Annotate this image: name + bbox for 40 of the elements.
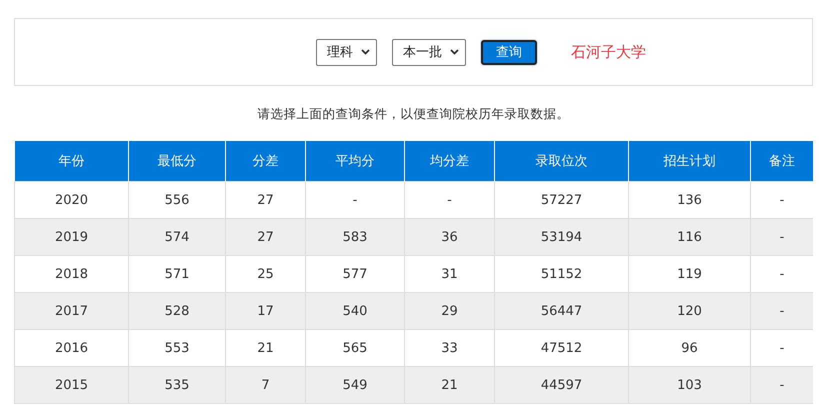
table-cell: 21 (404, 366, 494, 404)
column-header: 年份 (14, 141, 128, 182)
table-cell: 2017 (14, 292, 128, 330)
table-cell: 36 (404, 218, 494, 256)
table-cell: - (750, 366, 813, 404)
table-cell: 103 (628, 366, 750, 404)
table-cell: 44597 (494, 366, 628, 404)
table-cell: 540 (306, 292, 404, 330)
table-cell: 2015 (14, 366, 128, 404)
column-header: 均分差 (404, 141, 494, 182)
query-button[interactable]: 查询 (481, 40, 537, 64)
chevron-down-icon (361, 49, 370, 55)
column-header: 招生计划 (628, 141, 750, 182)
school-name: 石河子大学 (571, 42, 646, 62)
table-cell: 53194 (494, 218, 628, 256)
table-cell: 56447 (494, 292, 628, 330)
dropdown[interactable]: 本一批 (392, 38, 466, 66)
table-cell: - (750, 218, 813, 256)
table-cell: 528 (128, 292, 226, 330)
dropdown[interactable]: 理科 (316, 38, 377, 66)
hint-text: 请选择上面的查询条件，以便查询院校历年录取数据。 (256, 105, 570, 123)
table-cell: 2020 (14, 182, 128, 218)
table-cell: 574 (128, 218, 226, 256)
table-cell: 120 (628, 292, 750, 330)
column-header: 分差 (226, 141, 306, 182)
table-cell: 116 (628, 218, 750, 256)
column-header: 备注 (750, 141, 813, 182)
table-cell: 27 (226, 218, 306, 256)
column-header: 最低分 (128, 141, 226, 182)
chevron-down-icon (450, 49, 459, 55)
column-header: 录取位次 (494, 141, 628, 182)
table-cell: 17 (226, 292, 306, 330)
table-cell: 535 (128, 366, 226, 404)
table-cell: 583 (306, 218, 404, 256)
table-cell: 7 (226, 366, 306, 404)
table-cell: 549 (306, 366, 404, 404)
table-cell: 2019 (14, 218, 128, 256)
column-header: 平均分 (306, 141, 404, 182)
table-cell: 29 (404, 292, 494, 330)
table-cell: - (750, 292, 813, 330)
